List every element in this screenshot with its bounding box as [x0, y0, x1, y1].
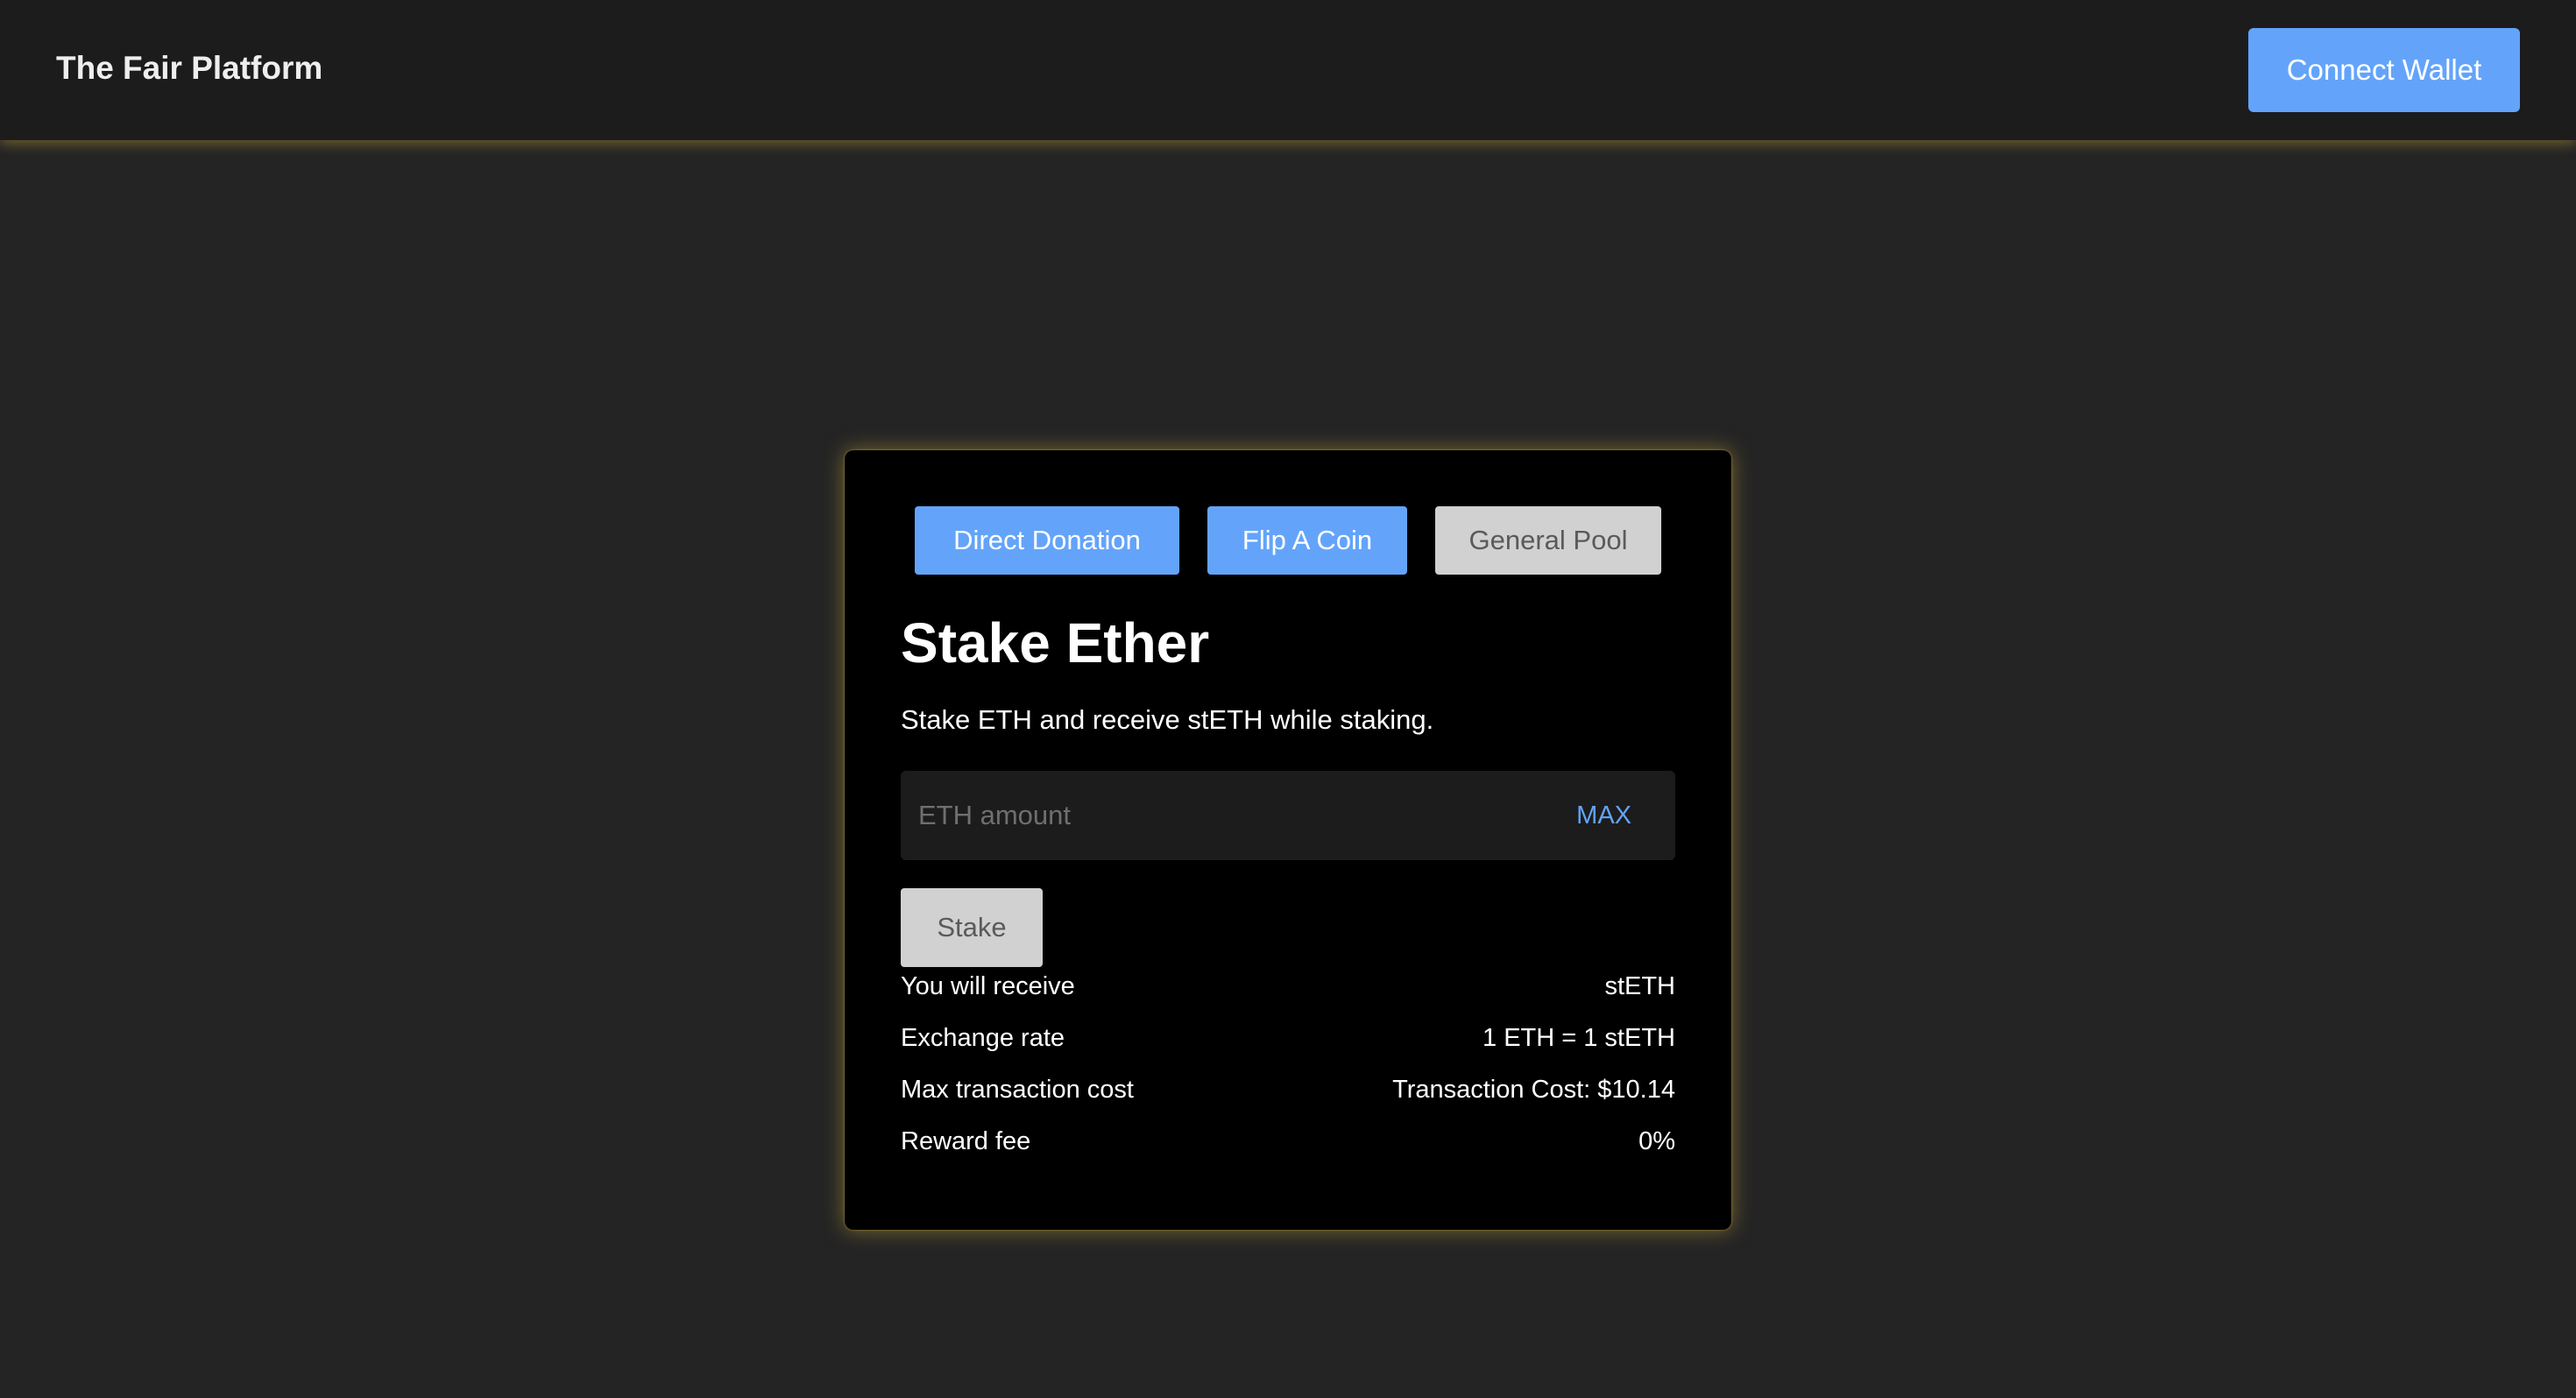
- info-label: Exchange rate: [901, 1024, 1065, 1052]
- stake-button[interactable]: Stake: [901, 888, 1043, 967]
- connect-wallet-button[interactable]: Connect Wallet: [2248, 28, 2520, 112]
- info-row-transaction-cost: Max transaction cost Transaction Cost: $…: [901, 1070, 1675, 1109]
- info-value: stETH: [1604, 972, 1675, 1000]
- info-row-exchange-rate: Exchange rate 1 ETH = 1 stETH: [901, 1019, 1675, 1057]
- tab-flip-a-coin[interactable]: Flip A Coin: [1207, 506, 1407, 575]
- eth-amount-input[interactable]: [918, 771, 1532, 860]
- max-button[interactable]: MAX: [1576, 771, 1631, 860]
- stake-card: Direct Donation Flip A Coin General Pool…: [845, 450, 1731, 1230]
- info-label: Reward fee: [901, 1127, 1031, 1155]
- page-subtitle: Stake ETH and receive stETH while stakin…: [901, 704, 1434, 735]
- tab-general-pool[interactable]: General Pool: [1435, 506, 1661, 575]
- info-value: Transaction Cost: $10.14: [1392, 1076, 1675, 1104]
- eth-amount-field: MAX: [901, 771, 1675, 860]
- info-value: 0%: [1638, 1127, 1675, 1155]
- info-label: You will receive: [901, 972, 1075, 1000]
- info-label: Max transaction cost: [901, 1076, 1134, 1104]
- top-bar: The Fair Platform Connect Wallet: [0, 0, 2576, 140]
- info-row-receive: You will receive stETH: [901, 967, 1675, 1006]
- tab-direct-donation[interactable]: Direct Donation: [915, 506, 1179, 575]
- brand-title: The Fair Platform: [56, 50, 323, 86]
- page-title: Stake Ether: [901, 611, 1210, 674]
- info-value: 1 ETH = 1 stETH: [1483, 1024, 1675, 1052]
- info-row-reward-fee: Reward fee 0%: [901, 1122, 1675, 1161]
